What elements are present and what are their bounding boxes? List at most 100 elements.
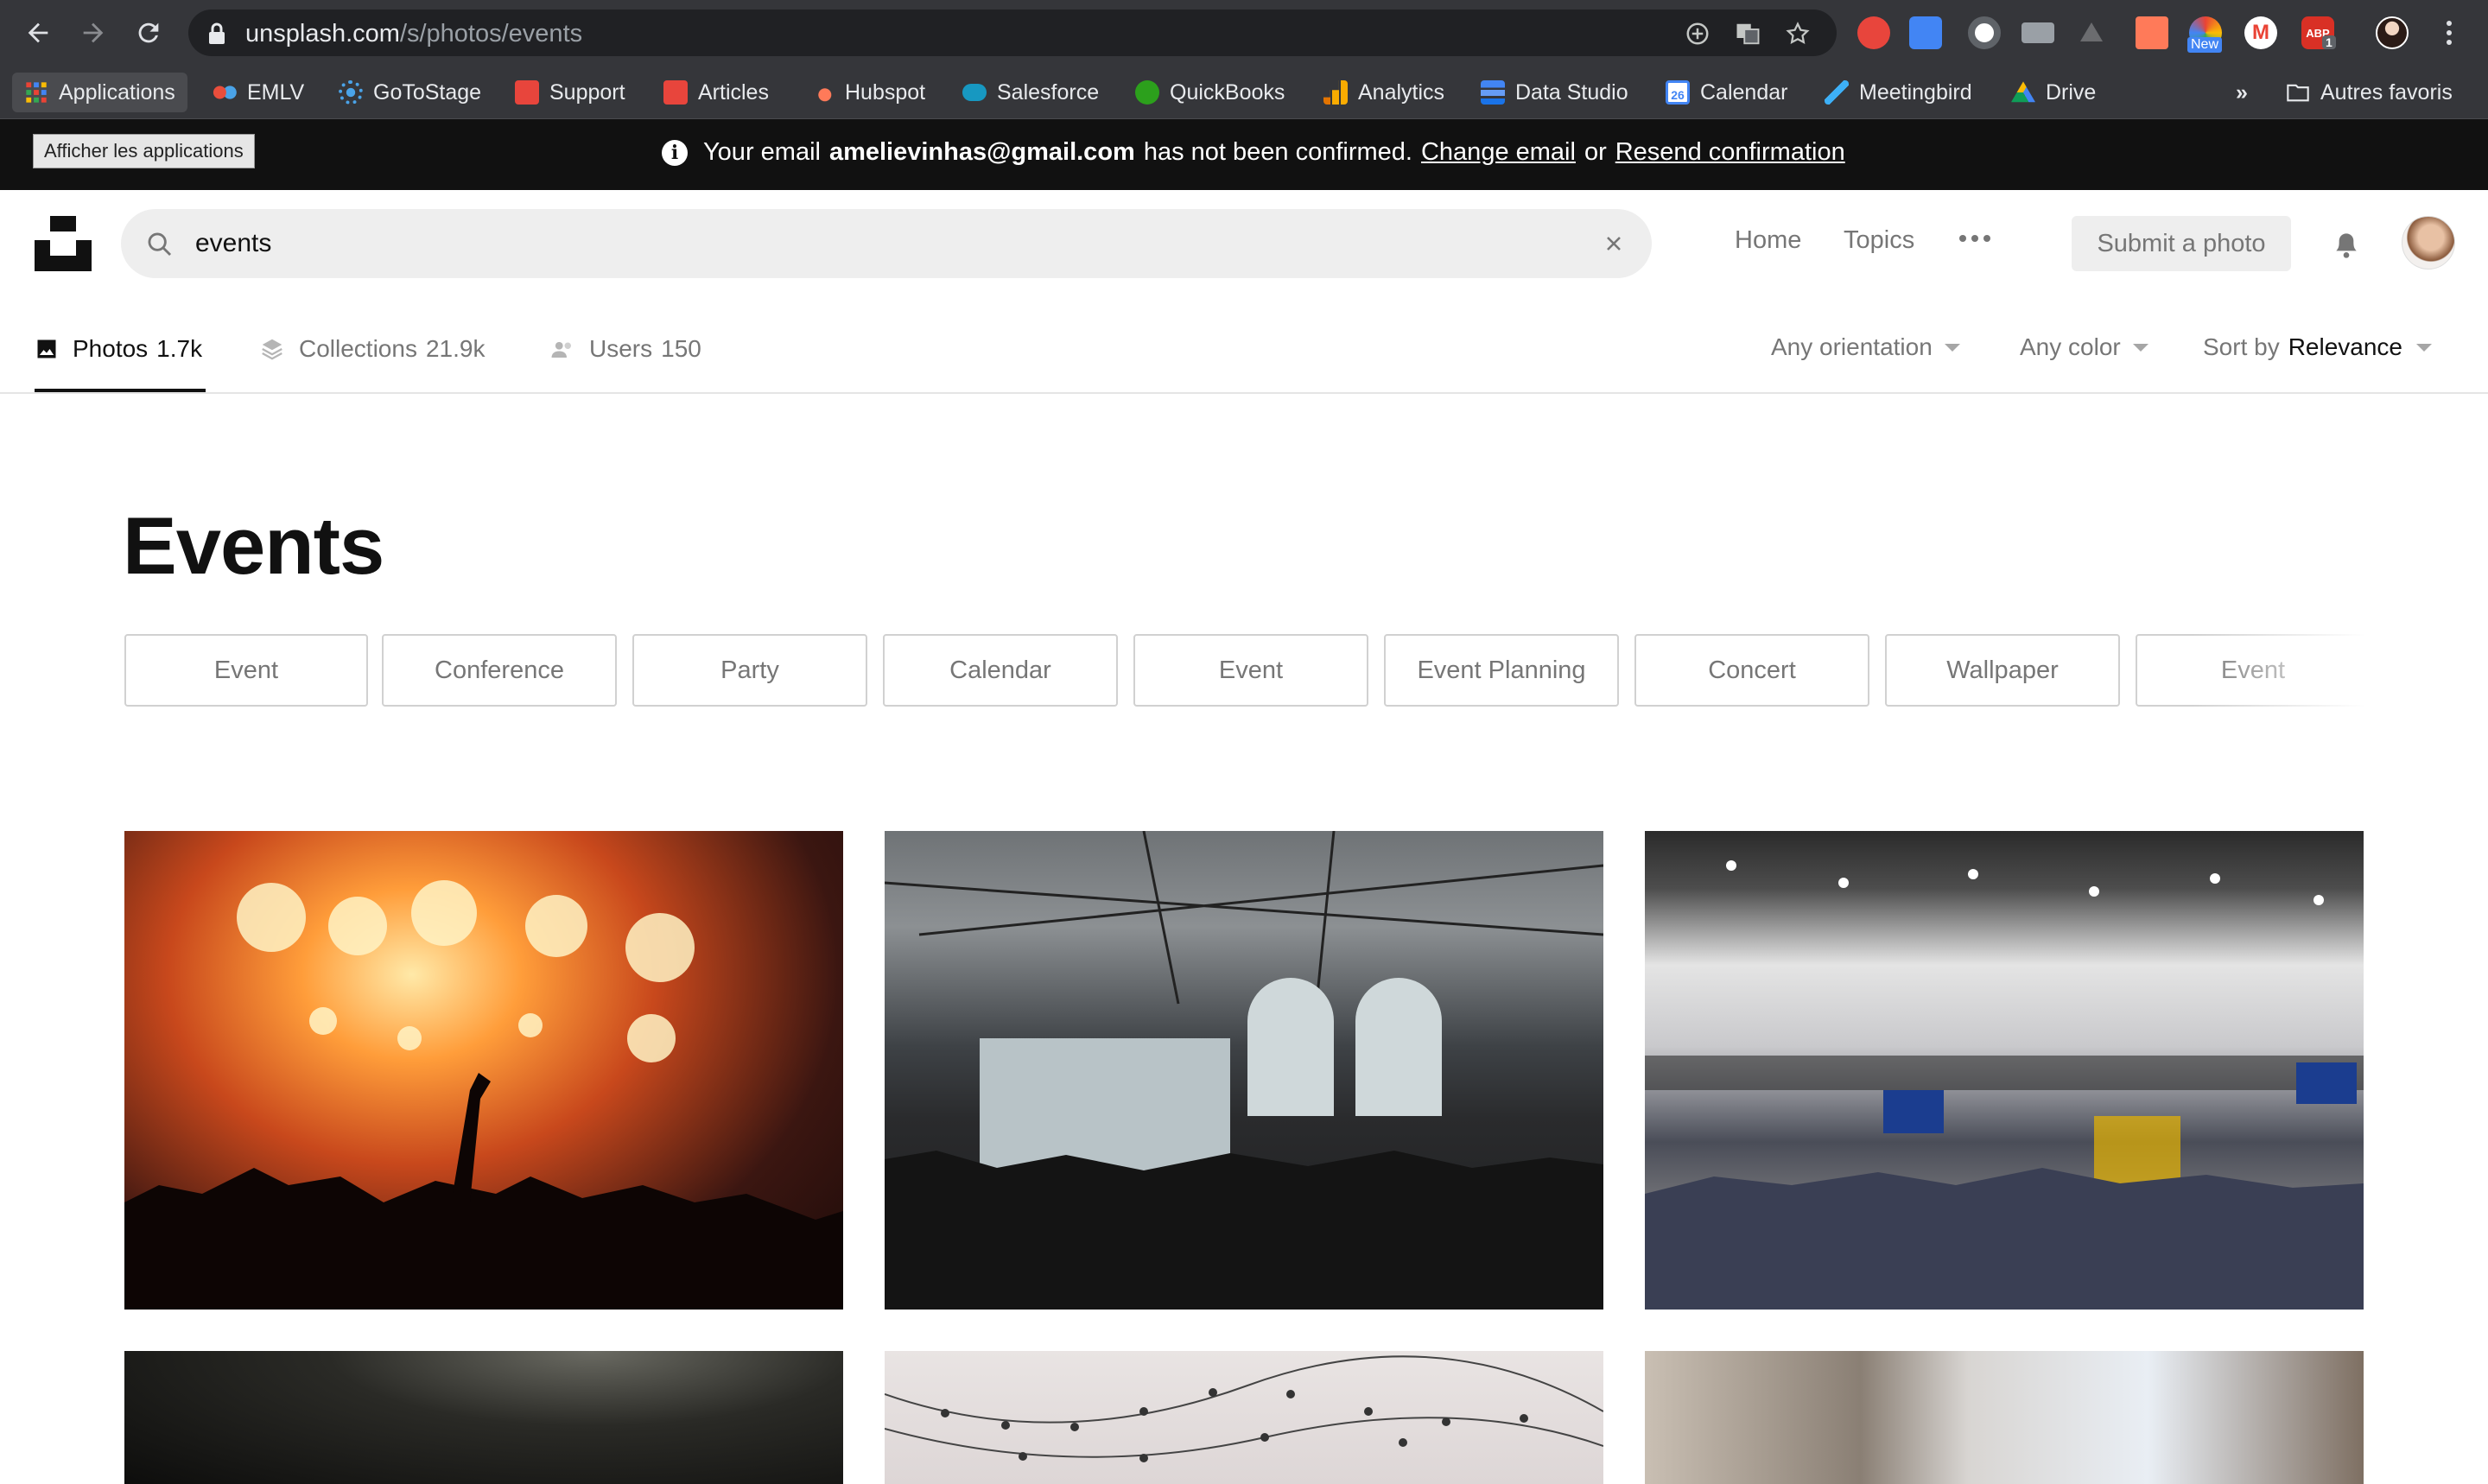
bookmark-support[interactable]: Support: [515, 78, 625, 107]
data-studio-icon: [1481, 80, 1505, 105]
photo-ballroom-presentation[interactable]: [1645, 831, 2364, 1310]
more-menu-icon[interactable]: [1959, 235, 1990, 242]
bookmark-label: GoToStage: [373, 79, 482, 105]
profile-avatar[interactable]: [2376, 16, 2409, 49]
bookmark-salesforce[interactable]: Salesforce: [962, 78, 1099, 107]
collections-icon: [262, 339, 282, 360]
photo-dark-crowd-hand[interactable]: [124, 1351, 843, 1484]
back-button[interactable]: [17, 12, 59, 54]
extension-icon-4[interactable]: [2022, 22, 2054, 43]
bookmarks-overflow-button[interactable]: »: [2236, 78, 2248, 107]
related-chip[interactable]: Wallpaper: [1885, 634, 2120, 707]
search-input[interactable]: [195, 226, 1491, 261]
meetingbird-icon: [1825, 80, 1849, 105]
orientation-filter[interactable]: Any orientation: [1771, 333, 1960, 361]
related-chip[interactable]: Calendar: [883, 634, 1118, 707]
reload-icon: [138, 22, 159, 43]
extension-icon-3[interactable]: [1968, 16, 2001, 49]
new-badge: New: [2187, 37, 2223, 53]
change-email-link[interactable]: Change email: [1421, 138, 1576, 167]
extension-icon-5[interactable]: [2080, 22, 2103, 41]
bookmark-data-studio[interactable]: Data Studio: [1481, 78, 1628, 107]
extension-icon-7[interactable]: New: [2187, 16, 2223, 53]
concert-scene: [124, 880, 843, 1310]
photo-string-lights[interactable]: [885, 1351, 1603, 1484]
bookmark-label: Applications: [59, 79, 175, 105]
bookmark-gotostage[interactable]: GoToStage: [339, 78, 481, 107]
articles-icon: [663, 80, 688, 105]
clear-search-icon[interactable]: [1602, 231, 1626, 256]
bookmark-analytics[interactable]: Analytics: [1323, 78, 1444, 107]
forward-button[interactable]: [73, 12, 114, 54]
bookmark-label: Analytics: [1358, 79, 1445, 105]
bookmark-label: Data Studio: [1515, 79, 1628, 105]
reload-button[interactable]: [128, 12, 169, 54]
extension-icon-6[interactable]: [2136, 16, 2168, 49]
browser-toolbar: unsplash.com/s/photos/events New M ABP 1: [0, 0, 2488, 66]
tab-count: 150: [661, 335, 701, 362]
bookmark-label: Support: [549, 79, 625, 105]
bookmark-label: Salesforce: [997, 79, 1100, 105]
tab-photos[interactable]: Photos 1.7k: [35, 332, 202, 366]
bookmark-applications[interactable]: Applications: [12, 73, 187, 112]
notice-email: amelievinhas@gmail.com: [828, 138, 1135, 166]
extension-icon-2[interactable]: [1909, 16, 1942, 49]
nav-topics-link[interactable]: Topics: [1844, 226, 1914, 255]
tab-users[interactable]: Users 150: [549, 332, 701, 366]
address-bar[interactable]: unsplash.com/s/photos/events: [188, 10, 1837, 56]
related-chip[interactable]: Event: [1133, 634, 1368, 707]
adblock-icon[interactable]: ABP 1: [2301, 16, 2336, 49]
resend-confirmation-link[interactable]: Resend confirmation: [1615, 138, 1845, 167]
users-icon: [551, 341, 571, 358]
support-icon: [515, 80, 539, 105]
bookmark-calendar[interactable]: 26 Calendar: [1666, 78, 1787, 107]
bookmark-hubspot[interactable]: Hubspot: [810, 78, 925, 107]
chrome-menu-icon[interactable]: [2447, 21, 2453, 45]
gotostage-icon: [339, 80, 363, 105]
star-icon[interactable]: [1785, 21, 1811, 47]
related-chip[interactable]: Party: [632, 634, 867, 707]
forward-arrow-icon: [83, 22, 104, 43]
bookmark-other-favorites[interactable]: Autres favoris: [2286, 78, 2453, 107]
page-title: Events: [123, 500, 384, 591]
related-chip[interactable]: Conference: [382, 634, 617, 707]
bookmark-drive[interactable]: Drive: [2011, 78, 2096, 107]
bookmark-emlv[interactable]: EMLV: [213, 78, 304, 107]
add-bookmark-plus-icon[interactable]: [1685, 21, 1710, 47]
salesforce-icon: [962, 84, 987, 101]
calendar-icon: 26: [1666, 80, 1690, 105]
chevron-down-icon: [1944, 343, 1960, 352]
translate-icon[interactable]: [1735, 21, 1761, 47]
bookmark-articles[interactable]: Articles: [663, 78, 769, 107]
notifications-bell-icon[interactable]: [2329, 226, 2364, 261]
search-bar[interactable]: [121, 209, 1652, 278]
bookmark-meetingbird[interactable]: Meetingbird: [1825, 78, 1972, 107]
notice-message: i Your email amelievinhas@gmail.com has …: [662, 138, 1845, 167]
related-searches: Event Conference Party Calendar Event Ev…: [124, 634, 2365, 708]
search-icon[interactable]: [145, 230, 175, 259]
user-avatar[interactable]: [2402, 216, 2455, 270]
color-filter[interactable]: Any color: [2020, 333, 2148, 361]
related-chip[interactable]: Event Planning: [1384, 634, 1619, 707]
related-chip[interactable]: Event: [124, 634, 368, 707]
unsplash-logo-icon[interactable]: [35, 216, 92, 271]
related-chip[interactable]: Concert: [1634, 634, 1869, 707]
notice-or: or: [1584, 138, 1607, 166]
bookmark-quickbooks[interactable]: QuickBooks: [1135, 78, 1285, 107]
analytics-icon: [1323, 80, 1348, 105]
submit-photo-button[interactable]: Submit a photo: [2072, 216, 2291, 271]
url-text: unsplash.com/s/photos/events: [245, 20, 583, 48]
photo-concert-stage-lights[interactable]: [124, 831, 843, 1310]
folder-icon: [2287, 84, 2309, 102]
extension-icon-1[interactable]: [1857, 16, 1890, 49]
bookmark-label: Hubspot: [845, 79, 926, 105]
photo-banquet-hall[interactable]: [1645, 1351, 2364, 1484]
bookmark-label: Autres favoris: [2320, 79, 2453, 105]
tab-collections[interactable]: Collections 21.9k: [259, 332, 485, 366]
bookmark-label: Drive: [2046, 79, 2097, 105]
sort-filter[interactable]: Sort by Relevance: [2203, 333, 2433, 361]
tab-count: 21.9k: [425, 335, 486, 362]
extension-icon-8[interactable]: M: [2244, 16, 2277, 49]
nav-home-link[interactable]: Home: [1735, 226, 1801, 255]
photo-conference-hall-crowd[interactable]: [885, 831, 1603, 1310]
